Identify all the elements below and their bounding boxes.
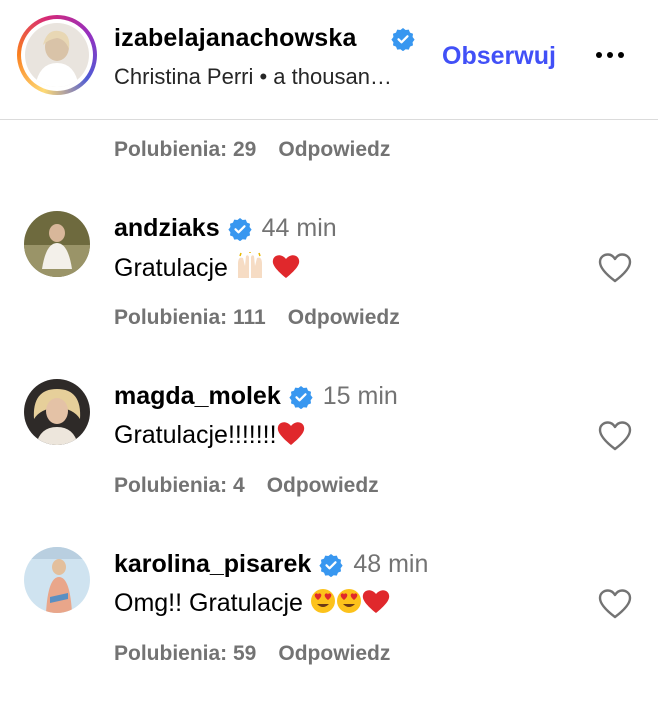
comment-body: Omg!! Gratulacje (114, 589, 303, 618)
post-author-username[interactable]: izabelajanachowska (114, 24, 357, 53)
avatar[interactable] (24, 211, 90, 277)
like-comment-heart-icon[interactable] (598, 421, 632, 451)
reply-button[interactable]: Odpowiedz (267, 474, 379, 497)
comment-body: Gratulacje (114, 254, 228, 283)
comment-username[interactable]: andziaks (114, 214, 220, 243)
comment-header: andziaks 44 min (114, 214, 337, 243)
heart-eyes-icon (336, 588, 362, 621)
post-header: izabelajanachowska Christina Perri • a t… (0, 0, 658, 120)
comment-timestamp[interactable]: 44 min (262, 214, 337, 243)
like-comment-heart-icon[interactable] (598, 589, 632, 619)
comment-meta: Polubienia: 111 Odpowiedz (114, 306, 400, 330)
comment-body: Gratulacje!!!!!!! (114, 421, 277, 450)
comment-text: Omg!! Gratulacje (114, 588, 390, 621)
more-options-icon[interactable] (590, 40, 630, 70)
avatar (25, 23, 89, 87)
comment-text: Gratulacje (114, 252, 300, 287)
comment-timestamp[interactable]: 15 min (323, 382, 398, 411)
verified-badge-icon (228, 217, 252, 241)
likes-count[interactable]: Polubienia: 59 (114, 642, 256, 665)
comment-timestamp[interactable]: 48 min (353, 550, 428, 579)
comment-meta: Polubienia: 59 Odpowiedz (114, 642, 390, 666)
comment-meta: Polubienia: 4 Odpowiedz (114, 474, 379, 498)
red-heart-icon (277, 420, 305, 453)
heart-eyes-icon (310, 588, 336, 621)
comment-meta: Polubienia: 29 Odpowiedz (114, 138, 390, 162)
verified-badge-icon (391, 27, 415, 56)
likes-count[interactable]: Polubienia: 29 (114, 138, 256, 161)
follow-button[interactable]: Obserwuj (442, 42, 556, 71)
comment-header: karolina_pisarek 48 min (114, 550, 428, 579)
audio-track-label[interactable]: Christina Perri • a thousan… (114, 64, 392, 90)
profile-avatar-story-ring[interactable] (17, 15, 97, 95)
reply-button[interactable]: Odpowiedz (288, 306, 400, 329)
red-heart-icon (272, 253, 300, 286)
like-comment-heart-icon[interactable] (598, 253, 632, 283)
verified-badge-icon (289, 385, 313, 409)
raising-hands-icon (235, 252, 265, 287)
likes-count[interactable]: Polubienia: 111 (114, 306, 266, 329)
comment-username[interactable]: karolina_pisarek (114, 550, 311, 579)
comment-header: magda_molek 15 min (114, 382, 398, 411)
reply-button[interactable]: Odpowiedz (278, 138, 390, 161)
reply-button[interactable]: Odpowiedz (278, 642, 390, 665)
verified-badge-icon (319, 553, 343, 577)
red-heart-icon (362, 588, 390, 621)
comment-username[interactable]: magda_molek (114, 382, 281, 411)
avatar[interactable] (24, 547, 90, 613)
comment-text: Gratulacje!!!!!!! (114, 420, 305, 453)
likes-count[interactable]: Polubienia: 4 (114, 474, 245, 497)
avatar[interactable] (24, 379, 90, 445)
